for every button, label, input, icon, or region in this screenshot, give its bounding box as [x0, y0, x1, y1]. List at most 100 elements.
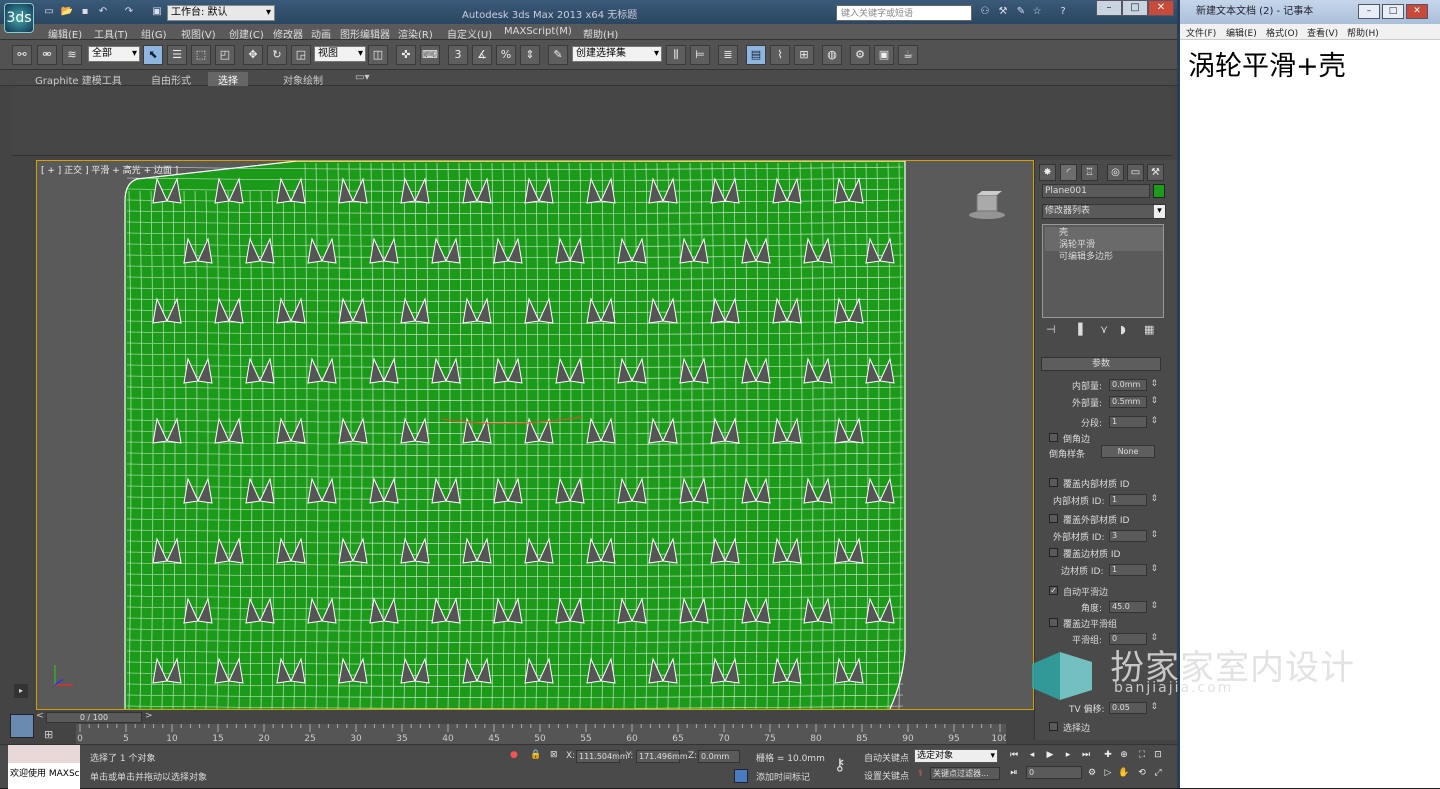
set-key-button[interactable]: 设置关键点 [864, 769, 909, 782]
timeline-ruler[interactable]: 0 5 10 15 20 25 30 35 40 45 50 55 60 65 70 75 80 85 90 95 10… [76, 724, 1006, 744]
override-outer-id-checkbox[interactable] [1049, 514, 1058, 523]
go-to-start-icon[interactable]: ⏮ [1008, 749, 1020, 761]
remove-modifier-icon[interactable]: ◗ [1120, 323, 1126, 336]
bevel-spline-button[interactable]: None [1101, 445, 1155, 458]
segments-spinner[interactable]: 1 [1109, 416, 1158, 428]
menu-edit[interactable]: 编辑(E) [48, 26, 82, 41]
np-menu-help[interactable]: 帮助(H) [1347, 26, 1379, 39]
isolate-icon[interactable]: ● [510, 750, 518, 760]
binoculars-icon[interactable]: ⚇ [978, 5, 992, 19]
auto-key-button[interactable]: 自动关键点 [864, 751, 909, 764]
keyboard-shortcut-icon[interactable]: ⌨ [420, 45, 440, 65]
snap-toggle-icon[interactable]: 3 [448, 45, 468, 65]
maxscript-listener[interactable]: 欢迎使用 MAXSc [8, 745, 80, 789]
time-config-icon[interactable]: ⚙ [1086, 767, 1098, 779]
move-icon[interactable]: ✥ [243, 45, 263, 65]
viewport-label[interactable]: [ + ] 正交 ] 平滑 + 高光 + 边面 ] [41, 163, 178, 176]
np-menu-view[interactable]: 查看(V) [1307, 26, 1338, 39]
edit-named-sel-icon[interactable]: ✎ [548, 45, 568, 65]
schematic-view-icon[interactable]: ⊞ [794, 45, 814, 65]
search-input[interactable]: 键入关键字或短语 [836, 5, 972, 21]
field-of-view-icon[interactable]: ▷ [1102, 767, 1114, 779]
menu-maxscript[interactable]: MAXScript(M) [504, 26, 572, 37]
window-crossing-icon[interactable]: ◰ [215, 45, 235, 65]
override-inner-id-checkbox[interactable] [1049, 478, 1058, 487]
communication-icon[interactable]: ✎ [1014, 5, 1028, 19]
curve-editor-icon[interactable]: ⌇ [770, 45, 790, 65]
tab-graphite[interactable]: Graphite 建模工具 [35, 72, 122, 87]
graphite-toggle-icon[interactable]: ▤ [746, 45, 766, 65]
curve-editor-mini-icon[interactable]: ⊞ [44, 728, 53, 741]
utilities-tab-icon[interactable]: ⚒ [1147, 164, 1164, 181]
notepad-text[interactable]: 涡轮平滑+壳 [1188, 44, 1346, 83]
menu-customize[interactable]: 自定义(U) [447, 26, 492, 41]
angle-spinner[interactable]: 45.0 [1109, 601, 1158, 613]
rendered-frame-icon[interactable]: ▣ [874, 45, 894, 65]
zoom-extents-all-icon[interactable]: ⊡ [1152, 749, 1164, 761]
bind-spacewarp-icon[interactable]: ≋ [62, 45, 82, 65]
material-editor-icon[interactable]: ◍ [822, 45, 842, 65]
application-button[interactable]: 3ds [4, 3, 34, 33]
auto-smooth-checkbox[interactable]: ✓ [1049, 586, 1058, 595]
menu-animation[interactable]: 动画 [311, 26, 331, 41]
tab-freeform[interactable]: 自由形式 [151, 72, 191, 87]
select-by-name-icon[interactable]: ☰ [167, 45, 187, 65]
orbit-icon[interactable]: ⟲ [1136, 767, 1148, 779]
stack-item-shell[interactable]: 壳 [1045, 227, 1163, 239]
hierarchy-tab-icon[interactable]: ♖ [1081, 164, 1098, 181]
time-tag-icon[interactable] [734, 769, 748, 783]
stack-item-editable-poly[interactable]: 可编辑多边形 [1045, 251, 1163, 263]
render-production-icon[interactable]: ☕ [898, 45, 918, 65]
open-file-icon[interactable]: 📂 [60, 5, 74, 19]
pivot-center-icon[interactable]: ◫ [368, 45, 388, 65]
notepad-close-button[interactable]: ✕ [1406, 4, 1428, 19]
ribbon-options-icon[interactable]: ▭▾ [355, 72, 369, 83]
shell-mesh-plane[interactable] [37, 161, 1034, 710]
override-edge-id-checkbox[interactable] [1049, 548, 1058, 557]
viewcube-icon[interactable] [967, 191, 1007, 221]
time-prev-icon[interactable]: < [36, 711, 44, 721]
rotate-icon[interactable]: ↻ [267, 45, 287, 65]
rollout-title[interactable]: 参数 [1041, 357, 1161, 371]
pan-icon[interactable]: ✋ [1118, 767, 1130, 779]
motion-tab-icon[interactable]: ◎ [1107, 164, 1124, 181]
scale-icon[interactable]: ◲ [291, 45, 311, 65]
key-icon[interactable]: ⚷ [834, 755, 846, 774]
override-smooth-checkbox[interactable] [1049, 618, 1058, 627]
inner-id-spinner[interactable]: 1 [1109, 494, 1158, 506]
display-tab-icon[interactable]: ▭ [1127, 164, 1144, 181]
menu-views[interactable]: 视图(V) [181, 26, 216, 41]
time-slider[interactable]: 0 / 100 [46, 712, 142, 723]
time-next-icon[interactable]: > [145, 711, 153, 721]
transform-mode-icon[interactable]: ⊠ [550, 750, 558, 760]
notepad-minimize-button[interactable]: – [1358, 4, 1380, 19]
object-name-field[interactable]: Plane001 [1042, 184, 1150, 198]
menu-rendering[interactable]: 渲染(R) [398, 26, 433, 41]
np-menu-edit[interactable]: 编辑(E) [1226, 26, 1257, 39]
zoom-extents-icon[interactable]: ⛶ [1136, 749, 1148, 761]
menu-graph-editors[interactable]: 图形编辑器 [340, 26, 390, 41]
ref-coord-dropdown[interactable]: 视图 [314, 46, 366, 62]
x-coordinate-field[interactable]: 111.504mm [576, 750, 628, 763]
key-mode-icon[interactable]: ⏯ [1008, 767, 1020, 779]
menu-help[interactable]: 帮助(H) [583, 26, 618, 41]
save-file-icon[interactable]: ▪ [78, 5, 92, 19]
create-tab-icon[interactable]: ✸ [1039, 164, 1056, 181]
menu-create[interactable]: 创建(C) [229, 26, 264, 41]
go-to-end-icon[interactable]: ⏭ [1080, 749, 1092, 761]
link-icon[interactable]: ⚯ [12, 45, 32, 65]
rect-selection-icon[interactable]: ⬚ [191, 45, 211, 65]
unlink-icon[interactable]: ⚮ [37, 45, 57, 65]
next-frame-icon[interactable]: ▸ [1062, 749, 1074, 761]
configure-sets-icon[interactable]: ▦ [1144, 323, 1154, 336]
layer-manager-icon[interactable]: ≣ [718, 45, 738, 65]
make-unique-icon[interactable]: ⋎ [1100, 323, 1108, 336]
named-selection-dropdown[interactable]: 创建选择集 [572, 46, 662, 62]
percent-snap-icon[interactable]: % [496, 45, 516, 65]
modify-tab-icon[interactable]: ◜ [1060, 164, 1077, 181]
zoom-icon[interactable]: ✚ [1102, 749, 1114, 761]
pin-stack-icon[interactable]: ⊣ [1046, 323, 1056, 336]
outer-amount-spinner[interactable]: 0.5mm [1109, 396, 1158, 408]
object-color-swatch[interactable] [1153, 184, 1165, 198]
maximize-button[interactable]: □ [1122, 0, 1148, 16]
